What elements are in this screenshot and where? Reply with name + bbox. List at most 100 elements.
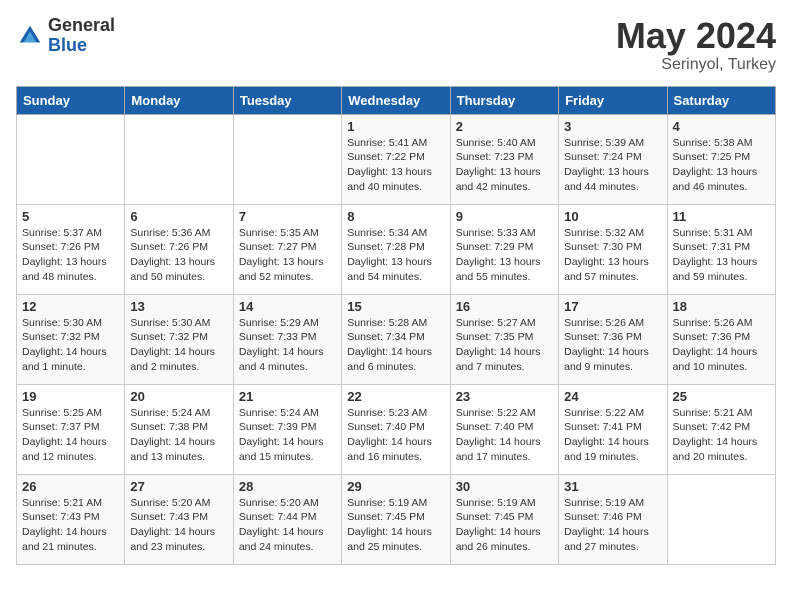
day-number: 5 <box>22 209 119 224</box>
day-info: Sunrise: 5:22 AM Sunset: 7:40 PM Dayligh… <box>456 406 553 465</box>
logo-blue-text: Blue <box>48 36 115 56</box>
day-number: 12 <box>22 299 119 314</box>
day-info: Sunrise: 5:37 AM Sunset: 7:26 PM Dayligh… <box>22 226 119 285</box>
day-info: Sunrise: 5:30 AM Sunset: 7:32 PM Dayligh… <box>130 316 227 375</box>
day-number: 7 <box>239 209 336 224</box>
calendar-cell: 7 Sunrise: 5:35 AM Sunset: 7:27 PM Daylig… <box>233 204 341 294</box>
day-info: Sunrise: 5:40 AM Sunset: 7:23 PM Dayligh… <box>456 136 553 195</box>
day-number: 25 <box>673 389 770 404</box>
day-number: 22 <box>347 389 444 404</box>
day-info: Sunrise: 5:41 AM Sunset: 7:22 PM Dayligh… <box>347 136 444 195</box>
day-number: 31 <box>564 479 661 494</box>
calendar-cell: 16 Sunrise: 5:27 AM Sunset: 7:35 PM Dayli… <box>450 294 558 384</box>
calendar-cell: 14 Sunrise: 5:29 AM Sunset: 7:33 PM Dayli… <box>233 294 341 384</box>
day-number: 1 <box>347 119 444 134</box>
day-info: Sunrise: 5:28 AM Sunset: 7:34 PM Dayligh… <box>347 316 444 375</box>
day-info: Sunrise: 5:33 AM Sunset: 7:29 PM Dayligh… <box>456 226 553 285</box>
weekday-header-thursday: Thursday <box>450 86 558 114</box>
day-number: 15 <box>347 299 444 314</box>
calendar-cell: 9 Sunrise: 5:33 AM Sunset: 7:29 PM Daylig… <box>450 204 558 294</box>
day-number: 6 <box>130 209 227 224</box>
weekday-header-tuesday: Tuesday <box>233 86 341 114</box>
day-number: 26 <box>22 479 119 494</box>
day-number: 18 <box>673 299 770 314</box>
weekday-header-monday: Monday <box>125 86 233 114</box>
calendar-cell: 30 Sunrise: 5:19 AM Sunset: 7:45 PM Dayli… <box>450 474 558 564</box>
calendar-cell: 19 Sunrise: 5:25 AM Sunset: 7:37 PM Dayli… <box>17 384 125 474</box>
day-info: Sunrise: 5:20 AM Sunset: 7:44 PM Dayligh… <box>239 496 336 555</box>
calendar-cell: 29 Sunrise: 5:19 AM Sunset: 7:45 PM Dayli… <box>342 474 450 564</box>
calendar-cell: 25Sunrise: 5:21 AM Sunset: 7:42 PM Dayli… <box>667 384 775 474</box>
day-number: 20 <box>130 389 227 404</box>
day-number: 23 <box>456 389 553 404</box>
day-info: Sunrise: 5:19 AM Sunset: 7:45 PM Dayligh… <box>347 496 444 555</box>
week-row-1: 1 Sunrise: 5:41 AM Sunset: 7:22 PM Daylig… <box>17 114 776 204</box>
calendar-cell: 22 Sunrise: 5:23 AM Sunset: 7:40 PM Dayli… <box>342 384 450 474</box>
calendar-cell <box>667 474 775 564</box>
page-header: General Blue May 2024 Serinyol, Turkey <box>16 16 776 74</box>
day-number: 30 <box>456 479 553 494</box>
day-number: 24 <box>564 389 661 404</box>
week-row-4: 19 Sunrise: 5:25 AM Sunset: 7:37 PM Dayli… <box>17 384 776 474</box>
calendar-cell: 5 Sunrise: 5:37 AM Sunset: 7:26 PM Daylig… <box>17 204 125 294</box>
day-number: 14 <box>239 299 336 314</box>
calendar-cell <box>17 114 125 204</box>
day-number: 28 <box>239 479 336 494</box>
day-info: Sunrise: 5:31 AM Sunset: 7:31 PM Dayligh… <box>673 226 770 285</box>
calendar-cell: 21 Sunrise: 5:24 AM Sunset: 7:39 PM Dayli… <box>233 384 341 474</box>
day-number: 8 <box>347 209 444 224</box>
calendar-cell: 11 Sunrise: 5:31 AM Sunset: 7:31 PM Dayli… <box>667 204 775 294</box>
day-number: 3 <box>564 119 661 134</box>
day-number: 13 <box>130 299 227 314</box>
logo-icon <box>16 22 44 50</box>
day-info: Sunrise: 5:19 AM Sunset: 7:45 PM Dayligh… <box>456 496 553 555</box>
day-info: Sunrise: 5:29 AM Sunset: 7:33 PM Dayligh… <box>239 316 336 375</box>
day-info: Sunrise: 5:30 AM Sunset: 7:32 PM Dayligh… <box>22 316 119 375</box>
calendar-cell: 6 Sunrise: 5:36 AM Sunset: 7:26 PM Daylig… <box>125 204 233 294</box>
calendar-cell <box>233 114 341 204</box>
calendar-cell: 27Sunrise: 5:20 AM Sunset: 7:43 PM Dayli… <box>125 474 233 564</box>
logo: General Blue <box>16 16 115 56</box>
day-number: 21 <box>239 389 336 404</box>
weekday-header-sunday: Sunday <box>17 86 125 114</box>
calendar-cell: 10Sunrise: 5:32 AM Sunset: 7:30 PM Dayli… <box>559 204 667 294</box>
calendar-cell: 15 Sunrise: 5:28 AM Sunset: 7:34 PM Dayli… <box>342 294 450 384</box>
calendar-cell: 23 Sunrise: 5:22 AM Sunset: 7:40 PM Dayli… <box>450 384 558 474</box>
day-number: 10 <box>564 209 661 224</box>
weekday-header-row: SundayMondayTuesdayWednesdayThursdayFrid… <box>17 86 776 114</box>
day-info: Sunrise: 5:24 AM Sunset: 7:39 PM Dayligh… <box>239 406 336 465</box>
calendar-cell: 24Sunrise: 5:22 AM Sunset: 7:41 PM Dayli… <box>559 384 667 474</box>
week-row-5: 26Sunrise: 5:21 AM Sunset: 7:43 PM Dayli… <box>17 474 776 564</box>
week-row-2: 5 Sunrise: 5:37 AM Sunset: 7:26 PM Daylig… <box>17 204 776 294</box>
day-info: Sunrise: 5:36 AM Sunset: 7:26 PM Dayligh… <box>130 226 227 285</box>
day-number: 29 <box>347 479 444 494</box>
day-info: Sunrise: 5:27 AM Sunset: 7:35 PM Dayligh… <box>456 316 553 375</box>
calendar-title: May 2024 <box>616 16 776 56</box>
calendar-cell: 13 Sunrise: 5:30 AM Sunset: 7:32 PM Dayli… <box>125 294 233 384</box>
day-number: 16 <box>456 299 553 314</box>
day-info: Sunrise: 5:26 AM Sunset: 7:36 PM Dayligh… <box>673 316 770 375</box>
day-info: Sunrise: 5:34 AM Sunset: 7:28 PM Dayligh… <box>347 226 444 285</box>
calendar-cell <box>125 114 233 204</box>
day-info: Sunrise: 5:25 AM Sunset: 7:37 PM Dayligh… <box>22 406 119 465</box>
day-info: Sunrise: 5:23 AM Sunset: 7:40 PM Dayligh… <box>347 406 444 465</box>
day-number: 19 <box>22 389 119 404</box>
day-number: 11 <box>673 209 770 224</box>
calendar-cell: 31 Sunrise: 5:19 AM Sunset: 7:46 PM Dayli… <box>559 474 667 564</box>
day-info: Sunrise: 5:19 AM Sunset: 7:46 PM Dayligh… <box>564 496 661 555</box>
calendar-cell: 3 Sunrise: 5:39 AM Sunset: 7:24 PM Daylig… <box>559 114 667 204</box>
logo-text: General Blue <box>48 16 115 56</box>
calendar-cell: 26Sunrise: 5:21 AM Sunset: 7:43 PM Dayli… <box>17 474 125 564</box>
day-info: Sunrise: 5:39 AM Sunset: 7:24 PM Dayligh… <box>564 136 661 195</box>
calendar-cell: 20Sunrise: 5:24 AM Sunset: 7:38 PM Dayli… <box>125 384 233 474</box>
weekday-header-friday: Friday <box>559 86 667 114</box>
day-number: 2 <box>456 119 553 134</box>
calendar-cell: 12 Sunrise: 5:30 AM Sunset: 7:32 PM Dayli… <box>17 294 125 384</box>
week-row-3: 12 Sunrise: 5:30 AM Sunset: 7:32 PM Dayli… <box>17 294 776 384</box>
calendar-cell: 17Sunrise: 5:26 AM Sunset: 7:36 PM Dayli… <box>559 294 667 384</box>
day-info: Sunrise: 5:26 AM Sunset: 7:36 PM Dayligh… <box>564 316 661 375</box>
day-number: 9 <box>456 209 553 224</box>
calendar-table: SundayMondayTuesdayWednesdayThursdayFrid… <box>16 86 776 565</box>
day-number: 27 <box>130 479 227 494</box>
day-info: Sunrise: 5:35 AM Sunset: 7:27 PM Dayligh… <box>239 226 336 285</box>
